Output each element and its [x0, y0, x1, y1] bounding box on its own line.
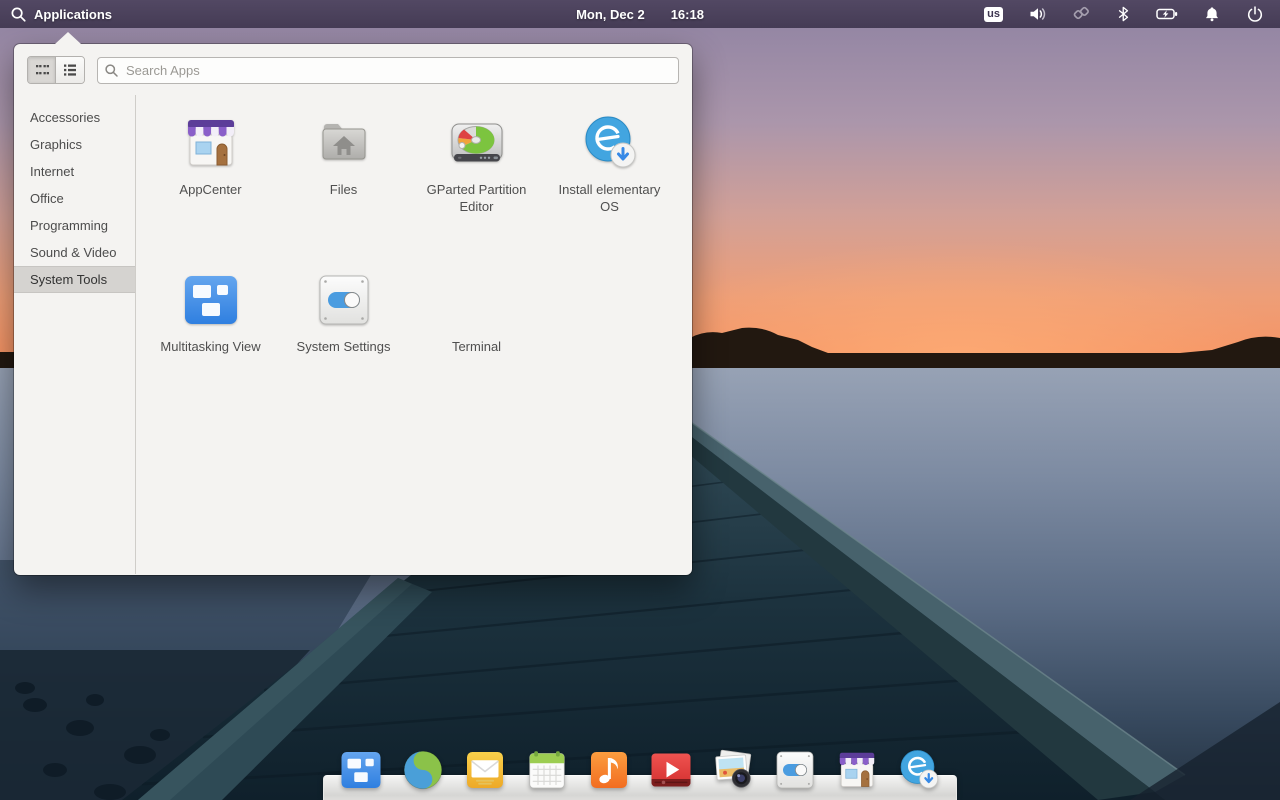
- dock-music[interactable]: [585, 746, 633, 794]
- missing-icon: [445, 268, 509, 332]
- applications-menu-popup: Accessories Graphics Internet Office Pro…: [14, 44, 692, 575]
- category-sound-video[interactable]: Sound & Video: [14, 239, 135, 266]
- panel-time: 16:18: [671, 7, 704, 22]
- app-install-elementary-os[interactable]: Install elementary OS: [543, 107, 676, 264]
- panel-date: Mon, Dec 2: [576, 7, 645, 22]
- multitasking-view-icon: [179, 268, 243, 332]
- mail-icon: [461, 746, 509, 794]
- datetime-button[interactable]: Mon, Dec 2 16:18: [576, 7, 704, 22]
- dock-videos[interactable]: [647, 746, 695, 794]
- keyboard-layout-label: us: [984, 7, 1003, 22]
- dock-install-elementary-os[interactable]: [895, 746, 943, 794]
- search-apps-field: [97, 57, 679, 84]
- photos-icon: [709, 746, 757, 794]
- app-files[interactable]: Files: [277, 107, 410, 264]
- system-settings-icon: [771, 746, 819, 794]
- dock-mail[interactable]: [461, 746, 509, 794]
- keyboard-layout-indicator[interactable]: us: [984, 7, 1003, 22]
- app-appcenter[interactable]: AppCenter: [144, 107, 277, 264]
- web-browser-icon: [399, 746, 447, 794]
- category-graphics[interactable]: Graphics: [14, 131, 135, 158]
- system-settings-icon: [312, 268, 376, 332]
- menu-toolbar: [14, 44, 692, 95]
- install-elementary-os-icon: [895, 746, 943, 794]
- app-multitasking-view[interactable]: Multitasking View: [144, 264, 277, 421]
- calendar-icon: [523, 746, 571, 794]
- gparted-icon: [445, 111, 509, 175]
- search-icon: [10, 6, 27, 23]
- dock: [323, 775, 957, 800]
- dock-system-settings[interactable]: [771, 746, 819, 794]
- battery-charging-icon[interactable]: [1156, 5, 1178, 23]
- category-programming[interactable]: Programming: [14, 212, 135, 239]
- category-office[interactable]: Office: [14, 185, 135, 212]
- view-switcher: [27, 56, 85, 84]
- dock-web-browser[interactable]: [399, 746, 447, 794]
- multitasking-view-icon: [337, 746, 385, 794]
- category-accessories[interactable]: Accessories: [14, 104, 135, 131]
- files-icon: [312, 111, 376, 175]
- dock-calendar[interactable]: [523, 746, 571, 794]
- videos-icon: [647, 746, 695, 794]
- install-elementary-os-icon: [578, 111, 642, 175]
- dock-photos[interactable]: [709, 746, 757, 794]
- category-system-tools[interactable]: System Tools: [14, 266, 135, 293]
- list-view-button[interactable]: [56, 57, 84, 83]
- network-offline-icon[interactable]: [1072, 5, 1091, 23]
- app-grid: AppCenter Files GParted Partition Editor…: [136, 95, 692, 575]
- applications-label: Applications: [34, 7, 112, 22]
- app-system-settings[interactable]: System Settings: [277, 264, 410, 421]
- top-panel: Applications Mon, Dec 2 16:18 us: [0, 0, 1280, 28]
- app-terminal[interactable]: Terminal: [410, 264, 543, 421]
- grid-view-button[interactable]: [28, 57, 56, 83]
- category-sidebar: Accessories Graphics Internet Office Pro…: [14, 95, 135, 575]
- bluetooth-icon[interactable]: [1116, 5, 1131, 23]
- notifications-bell-icon[interactable]: [1203, 5, 1221, 23]
- list-view-icon: [62, 62, 78, 78]
- dock-multitasking-view[interactable]: [337, 746, 385, 794]
- system-tray: us: [984, 0, 1280, 28]
- appcenter-icon: [833, 746, 881, 794]
- appcenter-icon: [179, 111, 243, 175]
- popup-arrow: [55, 32, 81, 44]
- dock-appcenter[interactable]: [833, 746, 881, 794]
- grid-view-icon: [34, 62, 50, 78]
- category-internet[interactable]: Internet: [14, 158, 135, 185]
- volume-icon[interactable]: [1028, 5, 1047, 23]
- app-gparted[interactable]: GParted Partition Editor: [410, 107, 543, 264]
- music-icon: [585, 746, 633, 794]
- applications-menu-button[interactable]: Applications: [0, 0, 112, 28]
- search-icon: [104, 63, 119, 78]
- search-apps-input[interactable]: [97, 57, 679, 84]
- power-icon[interactable]: [1246, 5, 1264, 23]
